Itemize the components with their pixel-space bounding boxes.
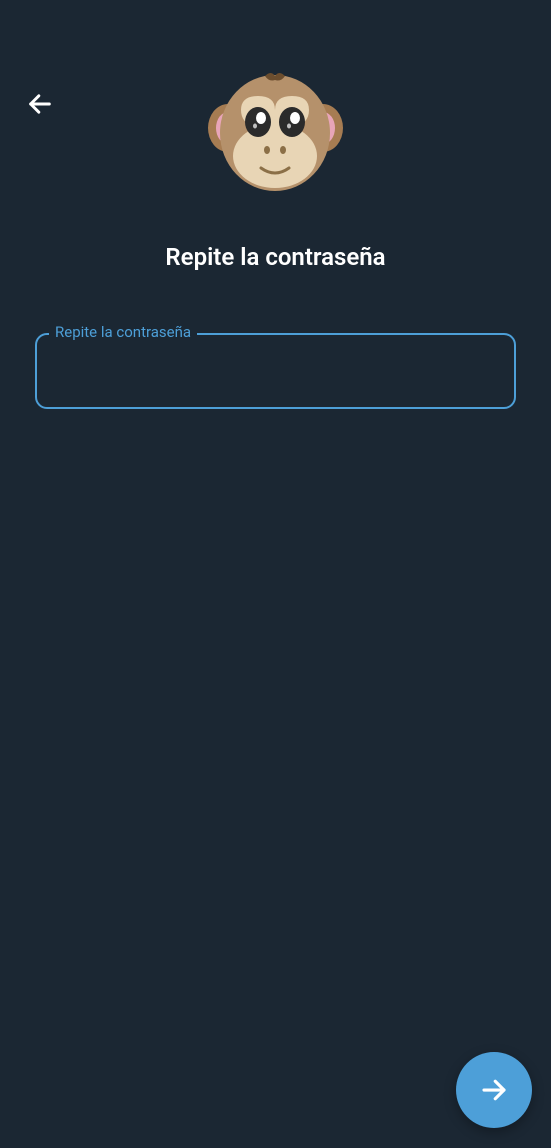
page-title: Repite la contraseña	[0, 243, 551, 271]
password-field-container: Repite la contraseña	[35, 333, 516, 409]
password-label: Repite la contraseña	[49, 323, 197, 341]
monkey-icon	[203, 68, 348, 203]
back-button[interactable]	[22, 86, 58, 122]
mascot-container	[0, 68, 551, 203]
submit-button[interactable]	[456, 1052, 532, 1128]
arrow-left-icon	[26, 90, 54, 118]
password-input[interactable]	[35, 333, 516, 409]
